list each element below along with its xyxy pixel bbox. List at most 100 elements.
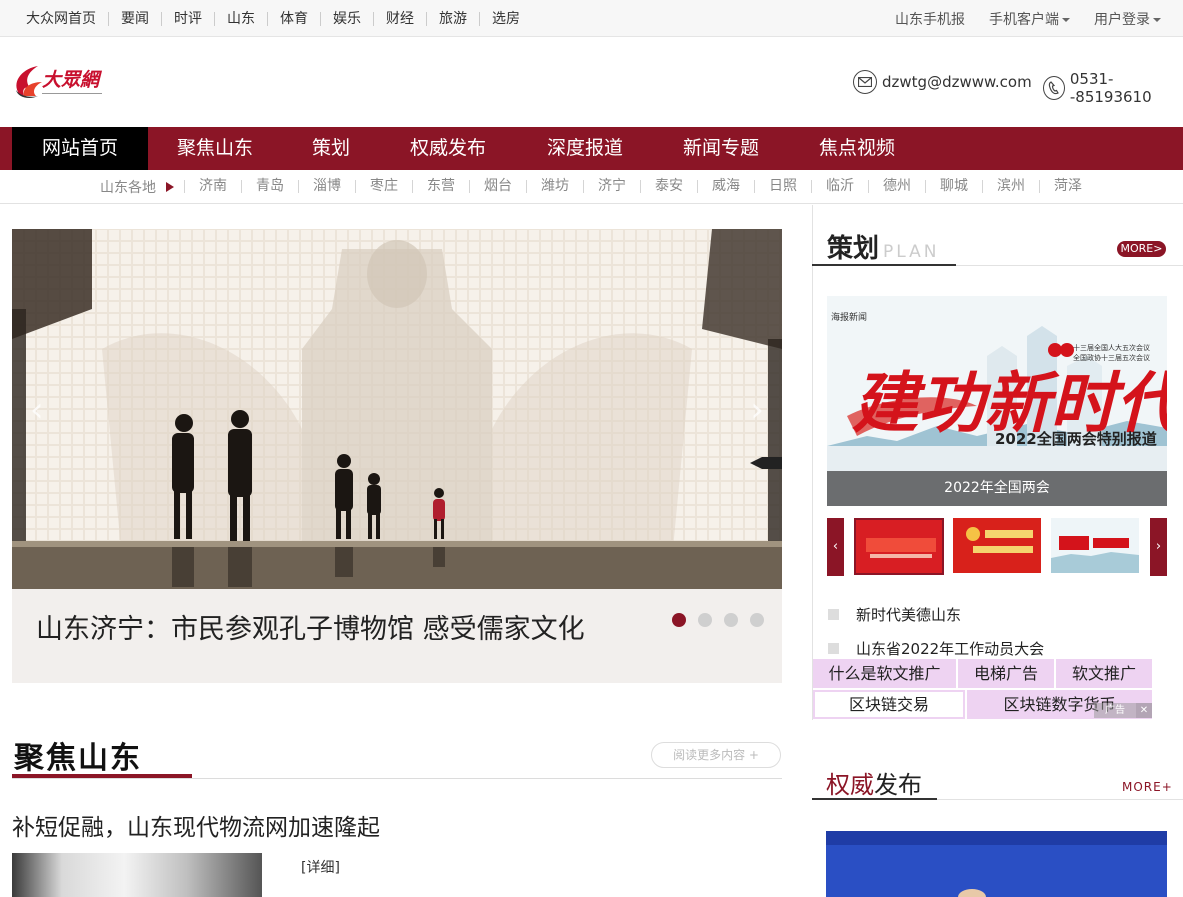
plan-more-button[interactable]: MORE>: [1117, 241, 1166, 257]
main-nav-video[interactable]: 焦点视频: [807, 127, 907, 170]
ad-soft-promo-what[interactable]: 什么是软文推广: [813, 659, 956, 688]
ad-badge-label: 广告: [1094, 703, 1136, 718]
region-zaozhuang[interactable]: 枣庄: [355, 179, 412, 193]
plan-banner-caption: 2022年全国两会: [827, 471, 1167, 506]
plan-banner[interactable]: 建功新时代 2022全国两会特别报道 十三届全国人大五次会议 全国政协十三届五次…: [827, 296, 1167, 506]
region-weifang[interactable]: 潍坊: [526, 179, 583, 193]
list-item[interactable]: 新时代美德山东: [828, 597, 1044, 631]
authority-title-black: 发布: [874, 771, 922, 799]
region-yantai[interactable]: 烟台: [469, 179, 526, 193]
chevron-down-icon: [1153, 17, 1161, 22]
region-taian[interactable]: 泰安: [640, 179, 697, 193]
banner-note-2: 全国政协十三届五次会议: [1073, 353, 1150, 362]
top-nav-commentary[interactable]: 时评: [162, 11, 215, 26]
top-nav-finance[interactable]: 财经: [374, 11, 427, 26]
ad-blockchain-trade[interactable]: 区块链交易: [813, 690, 965, 719]
phone-contact: 0531--85193610: [1043, 70, 1183, 106]
plan-thumb-3[interactable]: [1051, 518, 1141, 575]
authority-photo: [826, 831, 1167, 897]
slider-next-button[interactable]: ›: [750, 393, 764, 427]
email-text: dzwtg@dzwww.com: [882, 73, 1032, 91]
photo-slider[interactable]: ‹ ›: [12, 229, 782, 589]
region-heze[interactable]: 菏泽: [1039, 179, 1096, 193]
authority-news-image[interactable]: [826, 831, 1167, 897]
top-bar: 大众网首页 要闻 时评 山东 体育 娱乐 财经 旅游 选房 山东手机报 手机客户…: [0, 0, 1183, 37]
main-nav-planning[interactable]: 策划: [300, 127, 362, 170]
slider-dot-2[interactable]: [698, 613, 712, 627]
region-dezhou[interactable]: 德州: [868, 179, 925, 193]
region-dongying[interactable]: 东营: [412, 179, 469, 193]
focus-headline[interactable]: 补短促融，山东现代物流网加速隆起: [12, 808, 380, 842]
plan-thumb-3-image: [1051, 518, 1139, 573]
plan-thumb-2[interactable]: [953, 518, 1043, 575]
top-nav-travel[interactable]: 旅游: [427, 11, 480, 26]
read-more-button[interactable]: 阅读更多内容 +: [651, 742, 781, 768]
focus-news-thumbnail[interactable]: [12, 853, 262, 897]
slider-dot-4[interactable]: [750, 613, 764, 627]
main-nav-in-depth[interactable]: 深度报道: [535, 127, 635, 170]
region-rizhao[interactable]: 日照: [754, 179, 811, 193]
region-qingdao[interactable]: 青岛: [241, 179, 298, 193]
plan-list: 新时代美德山东 山东省2022年工作动员大会: [828, 597, 1044, 665]
main-nav-authority[interactable]: 权威发布: [398, 127, 498, 170]
banner-brand: 海报新闻: [831, 311, 867, 323]
thumbs-prev-button[interactable]: ‹: [827, 518, 844, 576]
focus-section-title: 聚焦山东: [14, 741, 142, 776]
region-binzhou[interactable]: 滨州: [982, 179, 1039, 193]
plan-title-cn: 策划: [827, 234, 880, 264]
slider-dot-1[interactable]: [672, 613, 686, 627]
login-dropdown[interactable]: 用户登录: [1094, 9, 1161, 29]
banner-note-1: 十三届全国人大五次会议: [1073, 343, 1150, 352]
top-nav-housing[interactable]: 选房: [480, 12, 532, 26]
authority-more-link[interactable]: MORE+: [1122, 780, 1173, 794]
authority-section-title: 权威发布: [826, 765, 922, 800]
ad-soft-promo[interactable]: 软文推广: [1056, 659, 1152, 688]
top-nav-shandong[interactable]: 山东: [215, 11, 268, 26]
bullet-square-icon: [828, 608, 839, 620]
mobile-client-dropdown[interactable]: 手机客户端: [989, 9, 1070, 29]
slider-dot-3[interactable]: [724, 613, 738, 627]
main-nav-home[interactable]: 网站首页: [12, 127, 148, 170]
close-icon[interactable]: ✕: [1136, 703, 1152, 718]
plan-thumb-2-image: [953, 518, 1041, 573]
top-nav-news[interactable]: 要闻: [109, 11, 162, 26]
logo-icon: 大眾網: [16, 66, 104, 98]
login-label: 用户登录: [1094, 11, 1150, 28]
slider-photo: [12, 229, 782, 589]
banner-subtitle: 2022全国两会特别报道: [995, 430, 1157, 448]
slider-caption[interactable]: 山东济宁：市民参观孔子博物馆 感受儒家文化: [36, 607, 585, 646]
authority-title-underline: [812, 798, 937, 800]
slider-prev-button[interactable]: ‹: [30, 393, 44, 427]
ad-elevator[interactable]: 电梯广告: [958, 659, 1054, 688]
region-liaocheng[interactable]: 聊城: [925, 179, 982, 193]
column-divider: [812, 205, 813, 720]
plan-thumb-1-image: [856, 520, 942, 573]
top-nav-sports[interactable]: 体育: [268, 11, 321, 26]
focus-section-line: [12, 778, 782, 779]
chevron-down-icon: [1062, 17, 1070, 22]
plan-list-item-label: 山东省2022年工作动员大会: [856, 639, 1045, 658]
phone-icon: [1043, 76, 1065, 100]
plan-list-item-label: 新时代美德山东: [856, 605, 962, 624]
thumbs-next-button[interactable]: ›: [1150, 518, 1167, 576]
main-nav-topics[interactable]: 新闻专题: [671, 127, 771, 170]
top-nav-home[interactable]: 大众网首页: [14, 11, 109, 26]
phone-text: 0531--85193610: [1069, 70, 1152, 106]
authority-title-red: 权威: [826, 771, 874, 799]
region-linyi[interactable]: 临沂: [811, 179, 868, 193]
region-jinan[interactable]: 济南: [184, 179, 241, 193]
top-nav-entertainment[interactable]: 娱乐: [321, 11, 374, 26]
email-contact[interactable]: dzwtg@dzwww.com: [853, 70, 1032, 94]
svg-text:大眾網: 大眾網: [42, 69, 103, 91]
triangle-right-icon: [166, 181, 174, 192]
site-logo[interactable]: 大眾網: [12, 62, 104, 102]
mobile-paper-link[interactable]: 山东手机报: [895, 9, 965, 29]
plan-thumb-1[interactable]: [854, 518, 944, 575]
region-zibo[interactable]: 淄博: [298, 179, 355, 193]
focus-detail-link[interactable]: [详细]: [301, 857, 340, 877]
top-nav: 大众网首页 要闻 时评 山东 体育 娱乐 财经 旅游 选房: [14, 0, 532, 37]
main-nav-focus-shandong[interactable]: 聚焦山东: [160, 127, 270, 170]
region-weihai[interactable]: 威海: [697, 179, 754, 193]
region-nav-label: 山东各地: [100, 179, 156, 196]
region-jining[interactable]: 济宁: [583, 179, 640, 193]
